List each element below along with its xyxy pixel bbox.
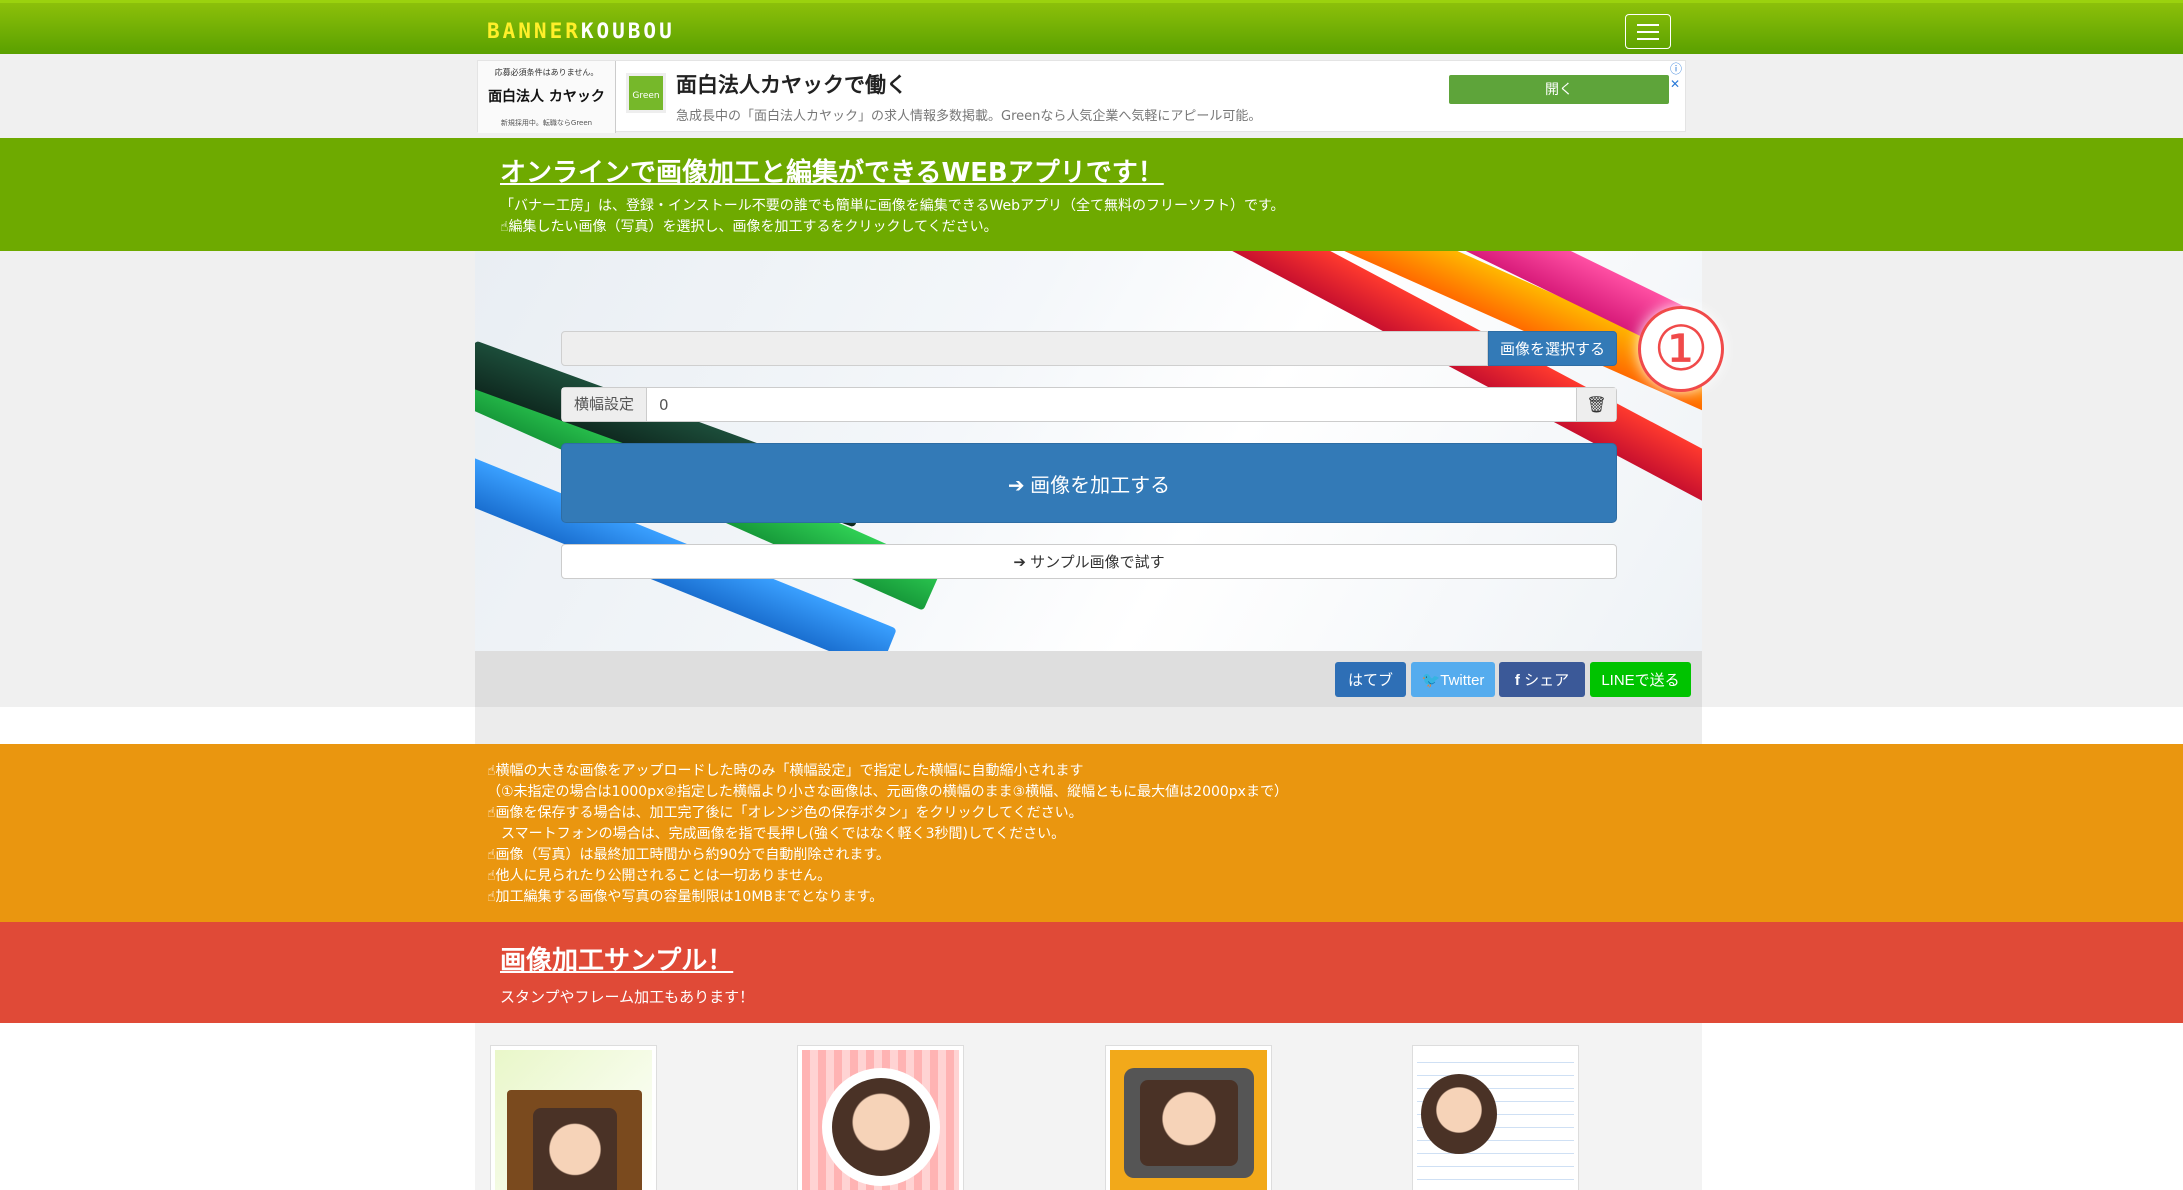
share-bar: はてブ 🐦Twitter f シェア LINEで送る <box>475 651 1702 707</box>
ad-close-icon[interactable]: ⓘ ✕ <box>1670 60 1685 91</box>
note-line: ☝画像（写真）は最終加工時間から約90分で自動削除されます。 <box>487 847 890 863</box>
samples-header: 画像加工サンプル！ スタンプやフレーム加工もあります！ <box>0 922 2183 1023</box>
ad-thumbnail[interactable]: 応募必須条件はありません。 面白法人 カヤック 新規採用中。転職ならGreen <box>478 61 616 133</box>
spacer-strip <box>475 707 1702 744</box>
line-share-button[interactable]: LINEで送る <box>1590 662 1691 697</box>
ad-area: 応募必須条件はありません。 面白法人 カヤック 新規採用中。転職ならGreen … <box>0 54 2183 138</box>
samples-heading[interactable]: 画像加工サンプル！ <box>500 940 733 977</box>
sample-thumbnail[interactable] <box>1105 1045 1272 1190</box>
ad-description: 急成長中の「面白法人カヤック」の求人情報多数掲載。Greenなら人気企業へ気軽に… <box>676 109 1262 124</box>
sample-thumbnail[interactable] <box>797 1045 964 1190</box>
samples-inner <box>475 1023 1702 1190</box>
facebook-label: シェア <box>1524 672 1570 689</box>
note-line: ☝加工編集する画像や写真の容量制限は10MBまでとなります。 <box>487 889 884 905</box>
ad-thumb-brand: 面白法人 カヤック <box>488 89 605 105</box>
trash-icon[interactable]: 🗑 <box>1576 388 1616 421</box>
try-sample-button[interactable]: ➔ サンプル画像で試す <box>561 544 1617 579</box>
note-line: ☝他人に見られたり公開されることは一切ありません。 <box>487 868 832 884</box>
width-input[interactable] <box>653 388 1523 421</box>
process-image-button[interactable]: ➔ 画像を加工する <box>561 443 1617 523</box>
file-select-row: 画像を選択する <box>561 331 1617 366</box>
page: BANNERKOUBOU 応募必須条件はありません。 面白法人 カヤック 新規採… <box>0 0 2183 1190</box>
ad-banner[interactable]: 応募必須条件はありません。 面白法人 カヤック 新規採用中。転職ならGreen … <box>477 60 1686 133</box>
select-image-button[interactable]: 画像を選択する <box>1488 331 1617 366</box>
samples-subtext: スタンプやフレーム加工もあります！ <box>500 988 755 1006</box>
intro-text-2: ☝編集したい画像（写真）を選択し、画像を加工するをクリックしてください。 <box>500 219 998 235</box>
file-path-input[interactable] <box>561 331 1488 366</box>
navbar: BANNERKOUBOU <box>0 0 2183 54</box>
ad-logo-icon: Green <box>626 73 666 113</box>
hatena-bookmark-button[interactable]: はてブ <box>1335 662 1406 697</box>
ad-title[interactable]: 面白法人カヤックで働く <box>676 69 907 99</box>
site-logo[interactable]: BANNERKOUBOU <box>487 19 675 43</box>
twitter-share-button[interactable]: 🐦Twitter <box>1411 662 1495 697</box>
facebook-icon: f <box>1514 672 1525 689</box>
step-one-badge: ① <box>1638 306 1724 392</box>
ad-open-button[interactable]: 開く <box>1449 75 1669 104</box>
notes-section: ☝横幅の大きな画像をアップロードした時のみ「横幅設定」で指定した横幅に自動縮小さ… <box>0 744 2183 922</box>
ad-thumb-text: 応募必須条件はありません。 <box>494 68 599 77</box>
note-line: スマートフォンの場合は、完成画像を指で長押し(強くではなく軽く3秒間)してくださ… <box>487 826 1066 842</box>
note-line: ☝画像を保存する場合は、加工完了後に「オレンジ色の保存ボタン」をクリックしてくだ… <box>487 805 1083 821</box>
intro-section: オンラインで画像加工と編集ができるWEBアプリです！ 「バナー工房」は、登録・イ… <box>0 138 2183 251</box>
width-label: 横幅設定 <box>562 388 647 421</box>
intro-heading[interactable]: オンラインで画像加工と編集ができるWEBアプリです！ <box>500 152 1164 189</box>
sample-thumbnail[interactable] <box>1412 1045 1579 1190</box>
twitter-label: Twitter <box>1440 671 1485 689</box>
logo-text-banner: BANNER <box>487 19 581 43</box>
note-line: （①未指定の場合は1000px②指定した横幅より小さな画像は、元画像の横幅のまま… <box>487 784 1288 800</box>
width-setting-row: 横幅設定 🗑 <box>561 387 1617 422</box>
facebook-share-button[interactable]: f シェア <box>1499 662 1585 697</box>
samples-grid <box>0 1023 2183 1190</box>
logo-text-koubou: KOUBOU <box>580 19 675 43</box>
note-line: ☝横幅の大きな画像をアップロードした時のみ「横幅設定」で指定した横幅に自動縮小さ… <box>487 763 1084 779</box>
twitter-icon: 🐦 <box>1421 671 1441 689</box>
menu-toggle-button[interactable] <box>1625 14 1671 49</box>
ad-thumb-caption: 新規採用中。転職ならGreen <box>500 119 593 127</box>
sample-thumbnail[interactable] <box>490 1045 657 1190</box>
intro-text-1: 「バナー工房」は、登録・インストール不要の誰でも簡単に画像を編集できるWebアプ… <box>500 198 1285 214</box>
